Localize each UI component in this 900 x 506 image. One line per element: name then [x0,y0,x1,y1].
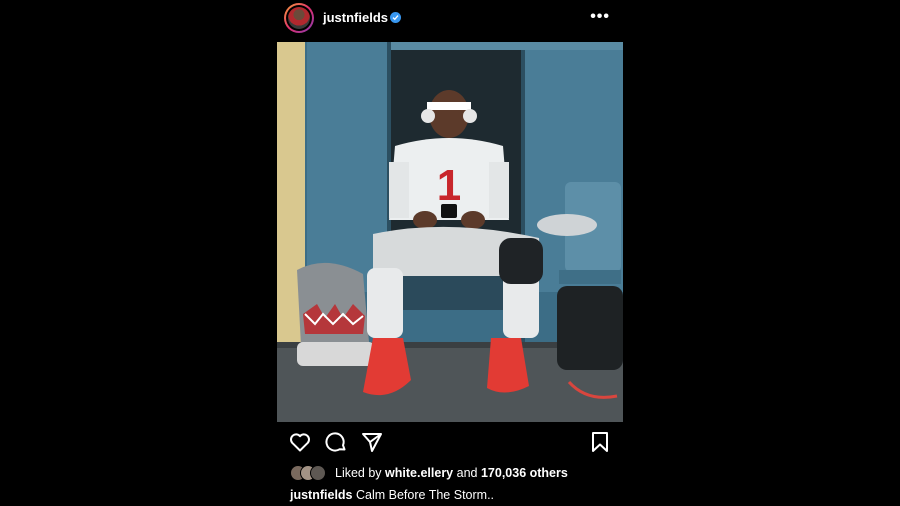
more-options-icon[interactable]: ••• [590,9,610,25]
liker-avatar [310,465,326,481]
comment-icon[interactable] [324,430,348,454]
send-icon[interactable] [360,430,384,454]
bookmark-icon[interactable] [588,430,612,454]
jersey-number: 1 [437,161,461,210]
verified-badge-icon [390,12,401,23]
likes-summary: Liked by white.ellery and 170,036 others [290,464,620,482]
likes-text[interactable]: Liked by white.ellery and 170,036 others [335,466,568,480]
caption-username[interactable]: justnfields [290,488,353,502]
liker-avatars[interactable] [290,465,334,481]
post-header: justnfields ••• [277,0,623,40]
post-photo[interactable]: 1 [277,42,623,422]
likes-count[interactable]: 170,036 others [481,466,568,480]
instagram-post: justnfields ••• 1 Liked by white.ellery … [277,0,623,506]
post-actions [277,430,623,456]
avatar[interactable] [284,3,314,33]
post-username[interactable]: justnfields [323,10,388,25]
liked-by-user[interactable]: white.ellery [385,466,453,480]
post-caption: justnfields Calm Before The Storm.. [290,488,494,502]
heart-icon[interactable] [288,430,312,454]
caption-text: Calm Before The Storm.. [356,488,495,502]
avatar-image [288,7,310,29]
